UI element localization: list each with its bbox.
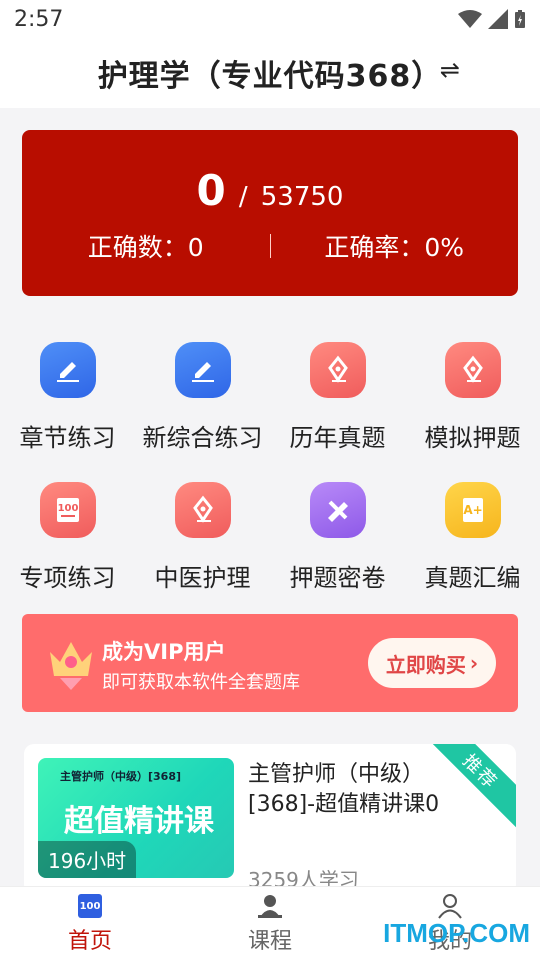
buy-now-button[interactable]: 立即购买 › <box>368 638 496 688</box>
watermark: ITMOP.COM <box>383 918 530 948</box>
grid-item-label: 真题汇编 <box>424 564 521 592</box>
progress-line: 0 / 53750 <box>22 166 518 215</box>
score-100-icon: 100 <box>39 482 96 538</box>
grid-item-tcm-nursing[interactable]: 中医护理 <box>135 472 270 612</box>
vip-title: 成为VIP用户 <box>102 640 226 664</box>
document-star-icon: A+ <box>444 482 501 538</box>
grid-item-chapter-practice[interactable]: 章节练习 <box>0 332 135 472</box>
grid-item-past-compilation[interactable]: A+ 真题汇编 <box>405 472 540 612</box>
pen-icon <box>309 342 366 398</box>
course-hours: 196小时 <box>38 841 137 878</box>
vip-subtitle: 即可获取本软件全套题库 <box>102 672 300 693</box>
grid-row: 章节练习 新综合练习 历年真题 模拟押题 <box>0 332 540 472</box>
diamond-crown-icon <box>50 642 92 690</box>
edit-icon <box>174 342 231 398</box>
tab-label: 首页 <box>67 929 112 954</box>
grid-item-label: 新综合练习 <box>142 424 263 452</box>
correct-count: 正确数：0 <box>87 233 204 262</box>
svg-text:100: 100 <box>80 901 101 912</box>
vip-banner[interactable]: 成为VIP用户 即可获取本软件全套题库 立即购买 › <box>22 614 518 712</box>
pen-icon <box>444 342 501 398</box>
separator: / <box>238 182 248 212</box>
status-icons <box>458 9 526 29</box>
grid-item-label: 章节练习 <box>19 424 116 452</box>
battery-icon <box>515 10 525 28</box>
app-header: 护理学（专业代码368） ⇌ <box>0 38 540 108</box>
thumbnail-caption: 主管护师（中级）[368] <box>60 770 182 783</box>
swap-icon[interactable]: ⇌ <box>440 56 460 84</box>
grid-item-past-exams[interactable]: 历年真题 <box>270 332 405 472</box>
stats-card: 0 / 53750 正确数：0 正确率：0% <box>22 130 518 296</box>
status-bar: 2:57 <box>0 0 540 38</box>
grid-item-new-comprehensive[interactable]: 新综合练习 <box>135 332 270 472</box>
grid-item-label: 历年真题 <box>289 424 386 452</box>
grid-item-secret-papers[interactable]: 押题密卷 <box>270 472 405 612</box>
course-thumbnail: 主管护师（中级）[368] 超值精讲课 196小时 <box>38 758 234 878</box>
total-questions: 53750 <box>260 182 344 212</box>
grid-item-label: 专项练习 <box>19 564 116 592</box>
pen-icon <box>174 482 231 538</box>
course-card[interactable]: 主管护师（中级）[368] 超值精讲课 196小时 主管护师（中级）[368]-… <box>24 744 516 894</box>
teacher-icon <box>258 895 282 918</box>
stats-row: 正确数：0 正确率：0% <box>22 228 518 264</box>
grid-item-mock-predictions[interactable]: 模拟押题 <box>405 332 540 472</box>
signal-icon <box>488 9 508 29</box>
tab-label: 课程 <box>247 929 292 954</box>
user-icon <box>438 894 462 919</box>
feature-grid: 章节练习 新综合练习 历年真题 模拟押题 100 专项练习 中医护理 押题密卷 … <box>0 332 540 612</box>
buy-now-label: 立即购买 <box>385 652 466 677</box>
correct-rate: 正确率：0% <box>324 233 465 262</box>
course-title: 主管护师（中级）[368]-超值精讲课0 <box>248 762 440 817</box>
grid-item-label: 中医护理 <box>154 564 251 592</box>
grid-item-label: 押题密卷 <box>289 564 386 592</box>
home-100-icon: 100 <box>78 894 102 918</box>
grid-row: 100 专项练习 中医护理 押题密卷 A+ 真题汇编 <box>0 472 540 612</box>
thumbnail-title: 超值精讲课 <box>64 804 214 839</box>
grid-item-special-practice[interactable]: 100 专项练习 <box>0 472 135 612</box>
chevron-right-icon: › <box>469 651 479 675</box>
tab-courses[interactable]: 课程 <box>180 887 360 960</box>
svg-text:100: 100 <box>57 503 78 514</box>
edit-icon <box>39 342 96 398</box>
grid-item-label: 模拟押题 <box>424 424 521 452</box>
svg-text:A+: A+ <box>463 503 482 517</box>
answered-count: 0 <box>196 166 226 215</box>
status-time: 2:57 <box>14 6 64 32</box>
page-title[interactable]: 护理学（专业代码368） <box>98 51 443 95</box>
pencil-ruler-icon <box>309 482 366 538</box>
tab-home[interactable]: 100 首页 <box>0 887 180 960</box>
wifi-icon <box>458 10 482 28</box>
